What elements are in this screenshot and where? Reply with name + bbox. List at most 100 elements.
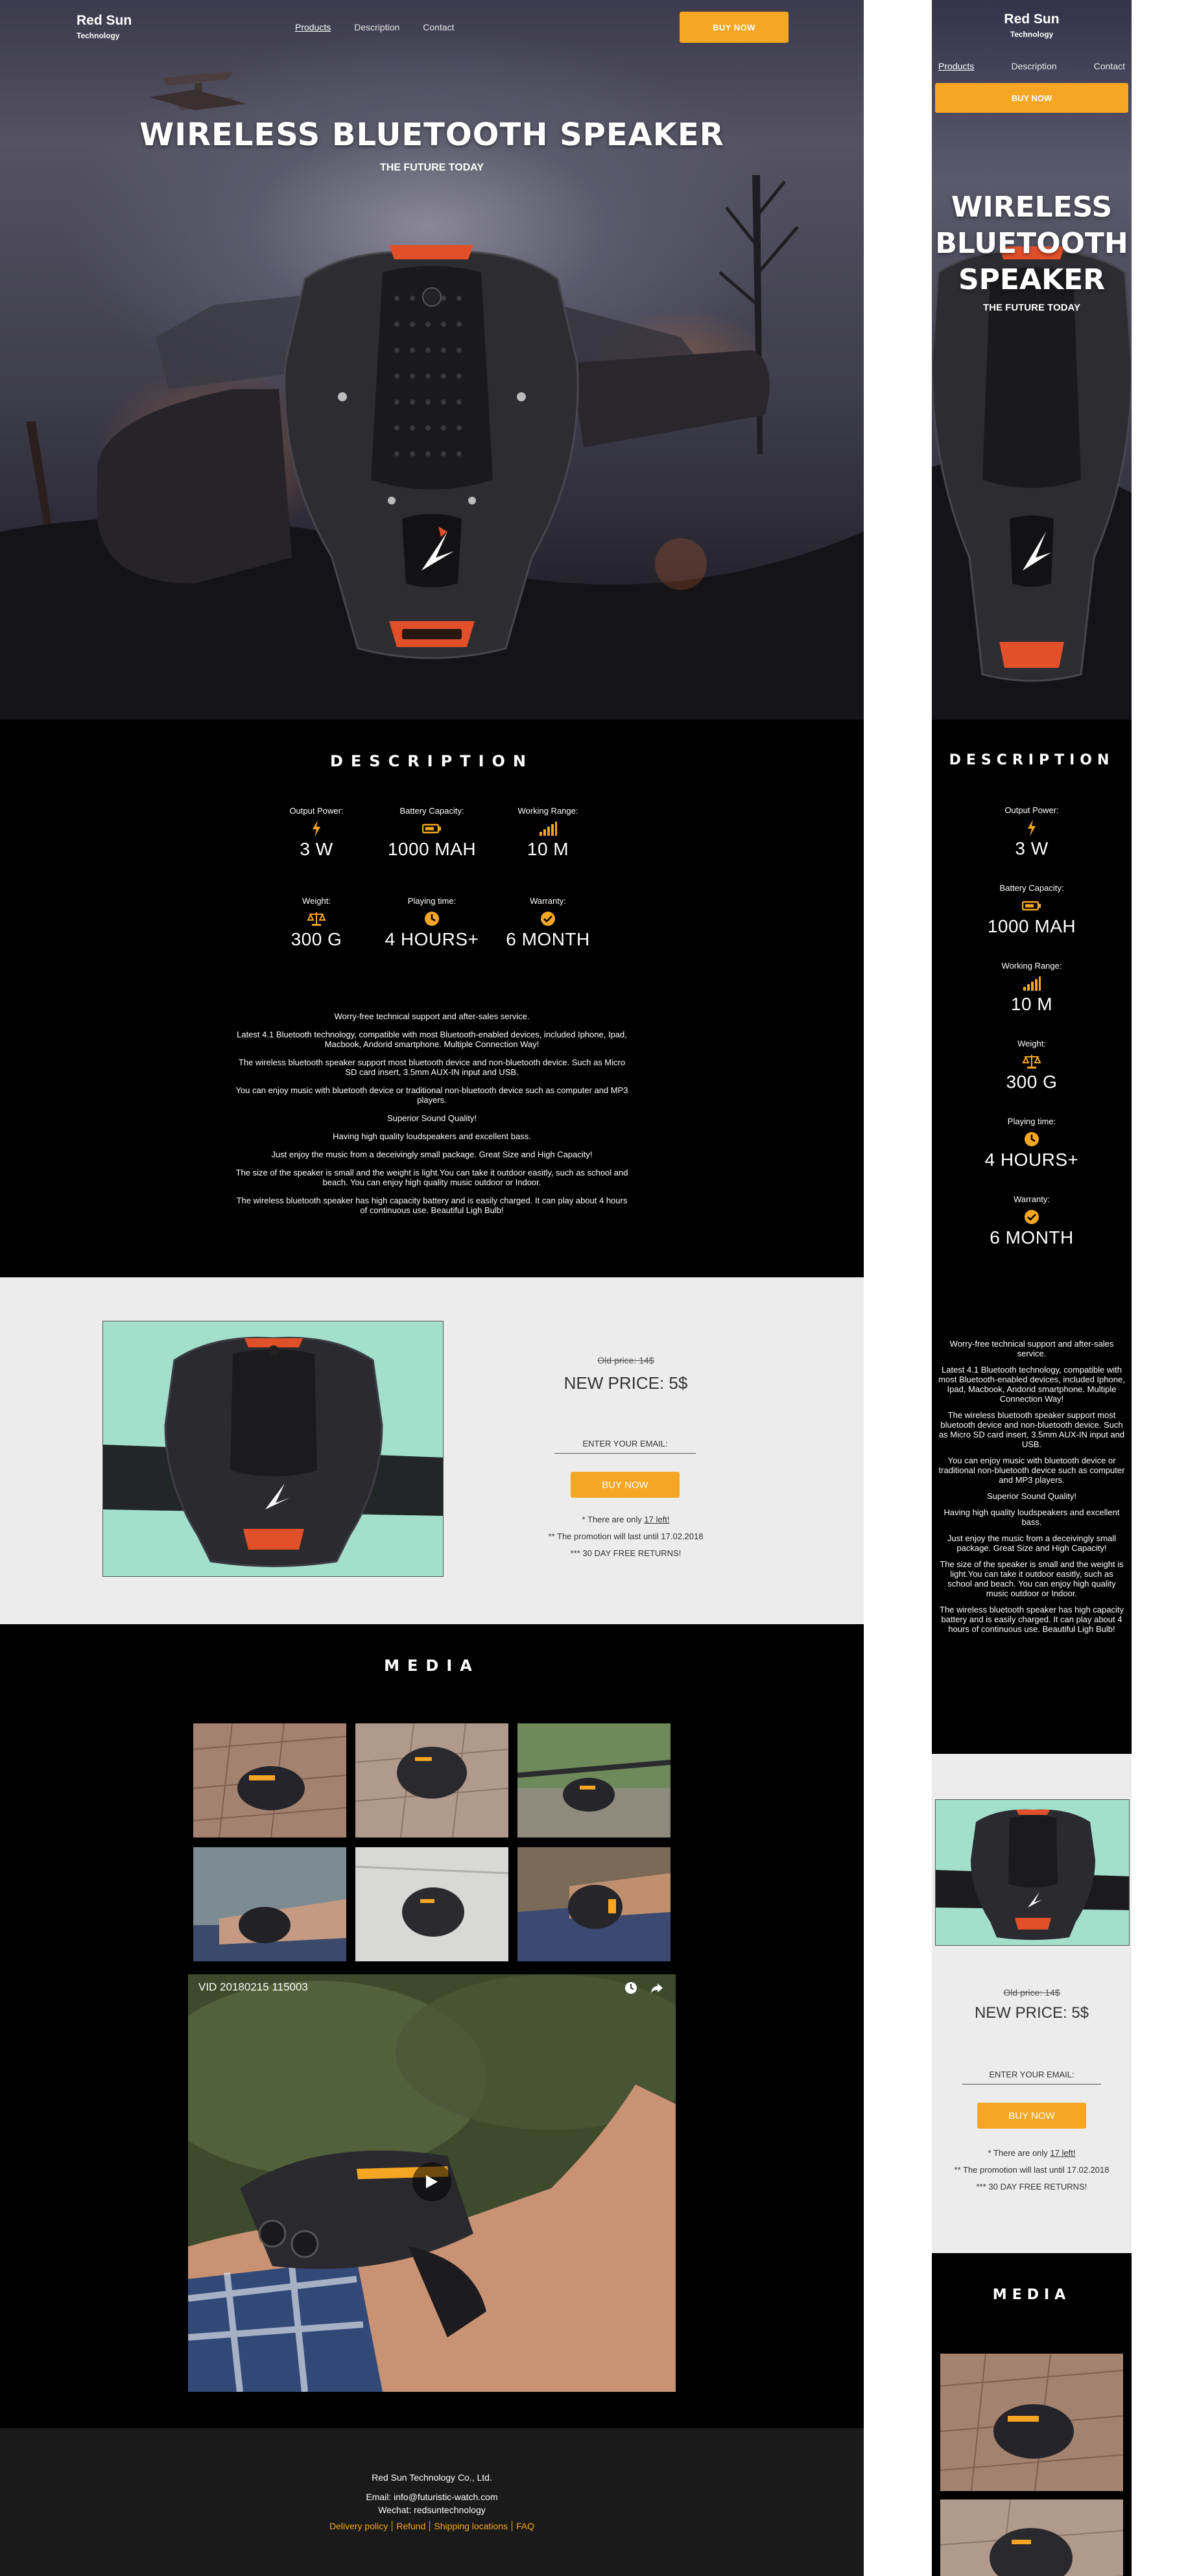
mobile-nav-link-products[interactable]: Products: [938, 61, 974, 71]
email-input[interactable]: [554, 1434, 696, 1454]
spec-label: Weight:: [1017, 1039, 1046, 1048]
battery-icon: [932, 897, 1132, 915]
play-icon[interactable]: [412, 2162, 451, 2201]
description-paragraph: The wireless bluetooth speaker support m…: [238, 1058, 626, 1077]
gallery-thumbnail[interactable]: [517, 1847, 671, 1961]
watch-later-icon[interactable]: [624, 1981, 638, 1998]
promotion-note: ** The promotion will last until 17.02.2…: [548, 1531, 704, 1541]
description-paragraph: The wireless bluetooth speaker has high …: [940, 1605, 1124, 1634]
brand-logo[interactable]: Red Sun Technology: [77, 13, 132, 40]
description-title: DESCRIPTION: [329, 752, 534, 770]
spec-label: Battery Capacity:: [999, 883, 1064, 893]
mobile-stock-left-link[interactable]: 17 left!: [1050, 2148, 1075, 2158]
mobile-description-text: Worry-free technical support and after-s…: [937, 1339, 1126, 1640]
brand-subtitle: Technology: [77, 31, 120, 40]
description-paragraph: Just enjoy the music from a deceivingly …: [271, 1150, 593, 1159]
mobile-email-input[interactable]: [962, 2065, 1101, 2085]
scale-icon: [258, 910, 375, 928]
mobile-hero-title: WIRELESS BLUETOOTH SPEAKER: [935, 191, 1128, 296]
mobile-spec-working-range: Working Range: 10 M: [932, 961, 1132, 1015]
footer-link-delivery-policy[interactable]: Delivery policy: [325, 2521, 393, 2531]
spec-label: Warranty:: [530, 896, 566, 906]
share-icon[interactable]: [650, 1981, 664, 1998]
mobile-stock-note: * There are only 17 left!: [932, 2148, 1132, 2158]
scale-icon: [932, 1052, 1132, 1070]
mobile-nav-link-description[interactable]: Description: [1011, 61, 1056, 71]
mobile-nav-link-contact[interactable]: Contact: [1094, 61, 1125, 71]
signal-icon: [490, 820, 606, 838]
gallery-thumbnail[interactable]: [193, 1723, 346, 1837]
footer-email[interactable]: Email: info@futuristic-watch.com: [0, 2492, 864, 2502]
spec-playing-time: Playing time: 4 HOURS+: [374, 896, 490, 950]
mobile-media-title: MEDIA: [992, 2287, 1071, 2303]
description-section: DESCRIPTION Output Power: 3 W Battery Ca…: [0, 720, 864, 1277]
mobile-spec-weight: Weight: 300 G: [932, 1039, 1132, 1093]
main-nav: Products Description Contact: [295, 22, 455, 32]
bolt-icon: [258, 820, 375, 838]
description-paragraph: The wireless bluetooth speaker has high …: [236, 1196, 628, 1215]
nav-link-products[interactable]: Products: [295, 22, 331, 32]
mobile-promotion-note: ** The promotion will last until 17.02.2…: [954, 2165, 1110, 2175]
mobile-brand-name: Red Sun: [1004, 12, 1060, 27]
spec-value: 6 MONTH: [506, 929, 590, 949]
footer-link-faq[interactable]: FAQ: [512, 2521, 538, 2531]
brand-name: Red Sun: [77, 13, 132, 28]
spec-value: 300 G: [1006, 1072, 1058, 1092]
spec-value: 3 W: [300, 839, 333, 859]
clock-icon: [374, 910, 490, 928]
video-title: VID 20180215 115003: [198, 1981, 308, 1993]
old-price: Old price: 14$: [597, 1355, 654, 1365]
mobile-brand-logo[interactable]: Red Sun Technology: [932, 12, 1132, 39]
spec-weight: Weight: 300 G: [258, 896, 375, 950]
description-paragraph: The size of the speaker is small and the…: [235, 1168, 628, 1187]
spec-value: 1000 MAH: [987, 916, 1076, 936]
gallery-thumbnail[interactable]: [517, 1723, 671, 1837]
nav-link-description[interactable]: Description: [354, 22, 399, 32]
hero-title: WIRELESS BLUETOOTH SPEAKER: [139, 117, 724, 153]
media-section: MEDIA VID 20180215 115003: [0, 1624, 864, 2428]
nav-link-contact[interactable]: Contact: [423, 22, 454, 32]
mobile-gallery-thumbnail[interactable]: [940, 2354, 1123, 2491]
spec-battery-capacity: Battery Capacity: 1000 MAH: [374, 806, 490, 860]
top-navbar: Red Sun Technology Products Description …: [0, 0, 864, 52]
description-paragraph: You can enjoy music with bluetooth devic…: [938, 1456, 1125, 1485]
stock-left-link[interactable]: 17 left!: [644, 1515, 669, 1524]
footer: Red Sun Technology Co., Ltd. Email: info…: [0, 2428, 864, 2576]
offer-buy-now-button[interactable]: BUY NOW: [571, 1472, 680, 1498]
mobile-returns-note: *** 30 DAY FREE RETURNS!: [976, 2182, 1087, 2192]
description-paragraph: The size of the speaker is small and the…: [940, 1559, 1124, 1598]
stock-note-text: * There are only: [582, 1515, 645, 1524]
stock-note: * There are only 17 left!: [493, 1515, 759, 1524]
footer-links: Delivery policy Refund Shipping locations F…: [0, 2521, 864, 2531]
new-price: NEW PRICE: 5$: [564, 1373, 688, 1393]
mobile-media-section: MEDIA: [932, 2253, 1132, 2576]
description-paragraph: Latest 4.1 Bluetooth technology, compati…: [237, 1030, 627, 1049]
mobile-header-buy-now-button[interactable]: BUY NOW: [935, 83, 1128, 113]
gallery-thumbnail[interactable]: [193, 1847, 346, 1961]
mobile-hero-section: Red Sun Technology Products Description …: [932, 0, 1132, 720]
mobile-main-nav: Products Description Contact: [932, 61, 1132, 71]
spec-value: 4 HOURS+: [385, 929, 479, 949]
spec-label: Battery Capacity:: [399, 806, 464, 816]
mobile-spec-battery-capacity: Battery Capacity: 1000 MAH: [932, 883, 1132, 937]
footer-link-refund[interactable]: Refund: [392, 2521, 431, 2531]
mobile-hero-subtitle: THE FUTURE TODAY: [982, 302, 1080, 313]
mobile-gallery-thumbnail[interactable]: [940, 2499, 1123, 2576]
spec-label: Output Power:: [1004, 805, 1059, 815]
stock-note-text: * There are only: [988, 2148, 1051, 2158]
gallery-thumbnail[interactable]: [355, 1847, 508, 1961]
video-player[interactable]: VID 20180215 115003: [188, 1974, 676, 2392]
mobile-offer-buy-now-button[interactable]: BUY NOW: [977, 2103, 1086, 2129]
spec-label: Weight:: [302, 896, 331, 906]
mobile-layout: Red Sun Technology Products Description …: [932, 0, 1132, 2576]
gallery-thumbnail[interactable]: [355, 1723, 508, 1837]
media-title: MEDIA: [384, 1657, 480, 1675]
battery-icon: [374, 820, 490, 838]
spec-value: 3 W: [1015, 838, 1049, 858]
spec-label: Warranty:: [1014, 1194, 1050, 1204]
description-paragraph: The wireless bluetooth speaker support m…: [938, 1410, 1125, 1449]
mobile-description-section: DESCRIPTION Output Power: 3 W Battery Ca…: [932, 720, 1132, 1754]
spec-working-range: Working Range: 10 M: [490, 806, 606, 860]
header-buy-now-button[interactable]: BUY NOW: [680, 12, 789, 43]
footer-link-shipping-locations[interactable]: Shipping locations: [430, 2521, 513, 2531]
